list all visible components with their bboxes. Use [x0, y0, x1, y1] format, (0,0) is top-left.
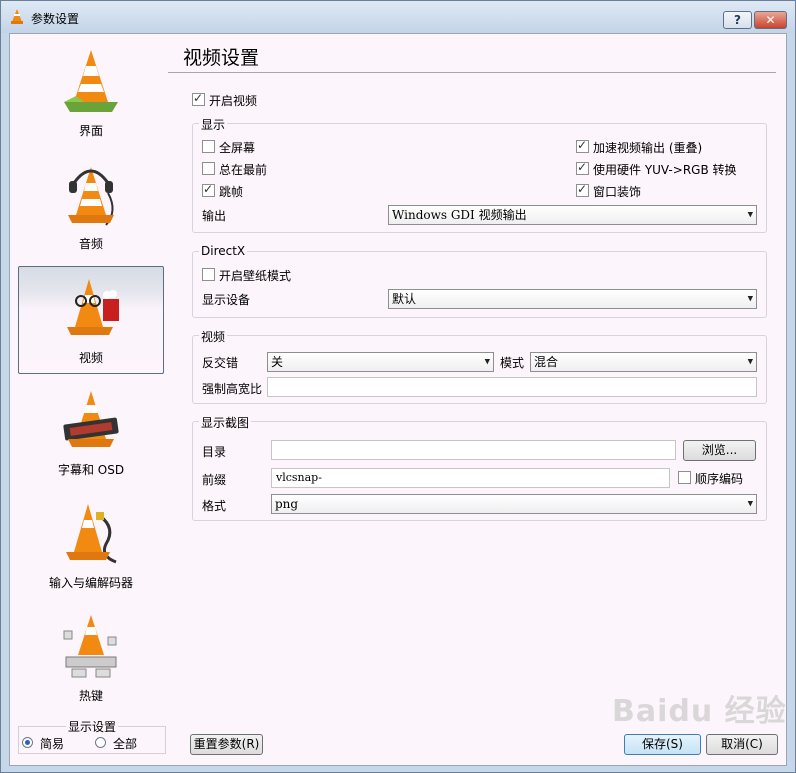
vlc-cone-cable-icon [66, 504, 117, 564]
window-decorations-checkbox[interactable] [576, 182, 589, 197]
vlc-cone-subtitle-icon [63, 391, 119, 447]
fullscreen-label: 全屏幕 [219, 141, 256, 155]
vlc-cone-headphones-icon [68, 167, 114, 226]
display-device-label: 显示设备 [202, 293, 251, 307]
save-button[interactable]: 保存(S) [624, 734, 701, 755]
baidu-watermark: Baidu 经验 [612, 694, 787, 729]
snapshot-group-title: 显示截图 [199, 414, 252, 431]
display-device-select[interactable]: 默认 ▼ [388, 289, 757, 309]
aspect-ratio-label: 强制高宽比 [202, 382, 263, 396]
directory-input[interactable] [271, 440, 676, 460]
display-device-value: 默认 [392, 292, 417, 306]
close-button[interactable]: ✕ [754, 11, 787, 29]
sidebar-item-video[interactable]: 视频 [18, 266, 164, 374]
sidebar-item-input-codecs[interactable]: 输入与编解码器 [18, 492, 164, 600]
sidebar-item-interface[interactable]: 界面 [18, 40, 164, 148]
mode-value: 混合 [534, 355, 559, 369]
format-label: 格式 [202, 499, 227, 513]
vlc-cone-icon [11, 9, 23, 24]
vlc-cone-glasses-icon [67, 279, 119, 335]
always-on-top-label: 总在最前 [219, 163, 268, 177]
skip-frames-label: 跳帧 [219, 185, 244, 199]
vlc-cone-interface-icon [64, 50, 118, 112]
sequential-numbering-checkbox[interactable] [678, 471, 691, 484]
reset-preferences-button[interactable]: 重置参数(R) [190, 734, 263, 755]
skip-frames-checkbox[interactable] [202, 182, 215, 197]
help-button[interactable]: ? [723, 11, 752, 29]
sidebar-item-audio[interactable]: 音频 [18, 153, 164, 261]
directory-label: 目录 [202, 445, 227, 459]
window-decorations-label: 窗口装饰 [593, 185, 642, 199]
mode-label: 模式 [500, 356, 525, 370]
fullscreen-checkbox[interactable] [202, 140, 215, 153]
page-title: 视频设置 [183, 47, 260, 69]
format-value: png [275, 497, 299, 511]
prefix-input[interactable]: vlcsnap- [271, 468, 670, 488]
output-label: 输出 [202, 209, 227, 223]
aspect-ratio-input[interactable] [267, 377, 757, 397]
chevron-down-icon: ▼ [747, 210, 753, 220]
chevron-down-icon: ▼ [747, 357, 753, 367]
enable-video-label: 开启视频 [209, 94, 258, 108]
accelerated-output-checkbox[interactable] [576, 138, 589, 153]
sequential-numbering-label: 顺序编码 [695, 472, 744, 486]
display-group-title: 显示 [199, 116, 228, 133]
simple-radio-label: 简易 [40, 737, 65, 751]
chevron-down-icon: ▼ [747, 294, 753, 304]
sidebar-item-hotkeys[interactable]: 热键 [18, 605, 164, 713]
accelerated-output-label: 加速视频输出 (重叠) [593, 141, 703, 155]
title-bar[interactable]: 参数设置 ? ✕ [1, 1, 795, 33]
display-settings-title: 显示设置 [66, 718, 119, 735]
video-group-title: 视频 [199, 328, 228, 345]
hw-yuv-rgb-label: 使用硬件 YUV->RGB 转换 [593, 163, 737, 177]
sidebar-item-label: 字幕和 OSD [57, 463, 125, 477]
sidebar-item-label: 热键 [78, 689, 103, 703]
always-on-top-checkbox[interactable] [202, 162, 215, 175]
output-select[interactable]: Windows GDI 视频输出 ▼ [388, 205, 757, 225]
output-select-value: Windows GDI 视频输出 [392, 208, 527, 222]
hw-yuv-rgb-checkbox[interactable] [576, 160, 589, 175]
enable-video-checkbox[interactable] [192, 91, 205, 106]
prefix-label: 前缀 [202, 473, 227, 487]
sidebar-item-label: 输入与编解码器 [48, 576, 133, 590]
simple-radio[interactable] [22, 737, 33, 748]
all-radio-label: 全部 [113, 737, 138, 751]
sidebar-item-label: 音频 [78, 237, 103, 251]
all-radio[interactable] [95, 737, 106, 748]
sidebar-item-subtitles-osd[interactable]: 字幕和 OSD [18, 379, 164, 487]
category-sidebar: 界面 音频 视频 字幕和 OSD 输入与编解码器 热键 [16, 40, 168, 720]
vlc-cone-keyboard-icon [63, 615, 117, 678]
mode-select[interactable]: 混合 ▼ [530, 352, 757, 372]
title-divider [168, 72, 776, 73]
window-title: 参数设置 [31, 12, 80, 26]
sidebar-item-label: 视频 [78, 351, 103, 365]
chevron-down-icon: ▼ [484, 357, 490, 367]
deinterlace-value: 关 [271, 355, 284, 369]
sidebar-item-label: 界面 [78, 124, 103, 138]
wallpaper-mode-checkbox[interactable] [202, 268, 215, 281]
format-select[interactable]: png ▼ [271, 494, 757, 514]
wallpaper-mode-label: 开启壁纸模式 [219, 269, 292, 283]
deinterlace-select[interactable]: 关 ▼ [267, 352, 494, 372]
chevron-down-icon: ▼ [747, 499, 753, 509]
directx-group-title: DirectX [199, 244, 248, 258]
deinterlace-label: 反交错 [202, 356, 239, 370]
cancel-button[interactable]: 取消(C) [706, 734, 778, 755]
browse-button[interactable]: 浏览... [683, 440, 756, 461]
